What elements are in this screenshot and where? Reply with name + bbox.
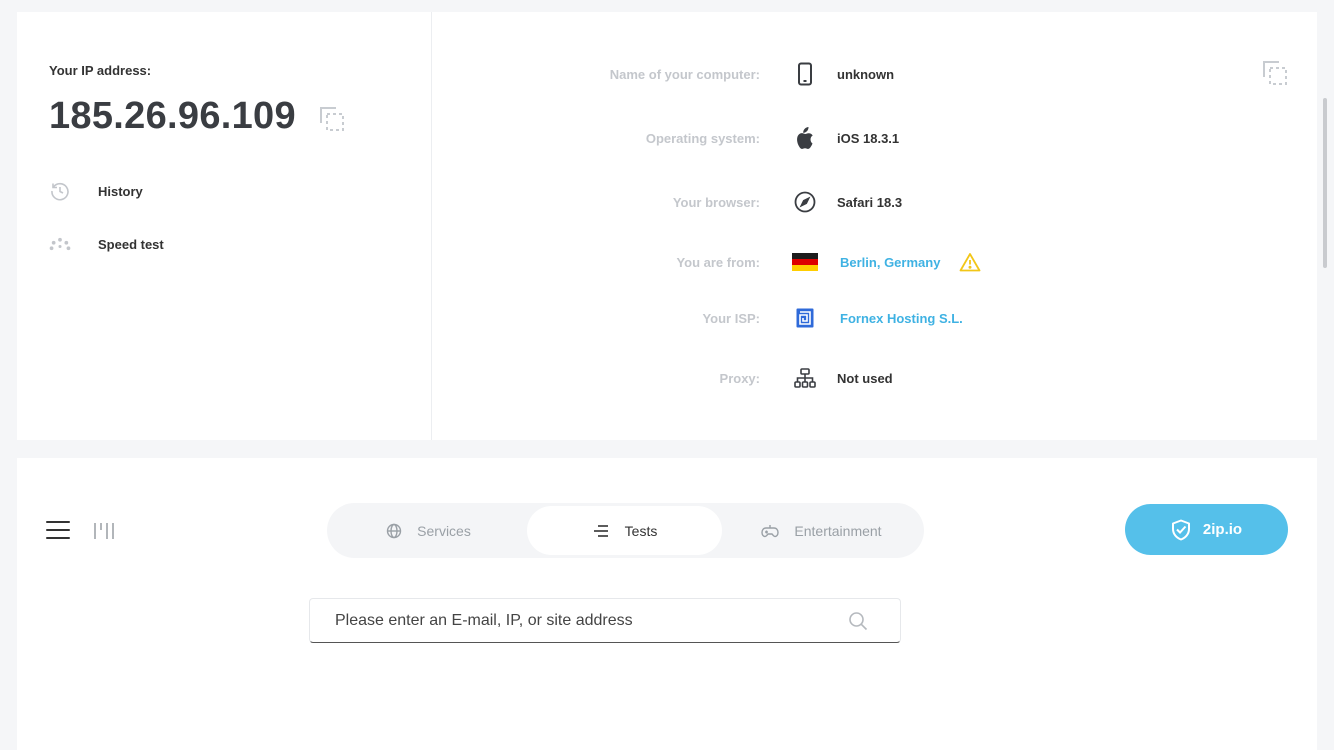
phone-icon (790, 62, 820, 86)
isp-link[interactable]: Fornex Hosting S.L. (840, 311, 963, 326)
2ip-button-label: 2ip.io (1202, 521, 1243, 538)
tab-entertainment-label: Entertainment (794, 522, 882, 539)
location-link[interactable]: Berlin, Germany (840, 255, 940, 270)
browser-value: Safari 18.3 (837, 194, 903, 210)
speed-test-link[interactable]: Speed test (49, 233, 164, 255)
history-icon (49, 180, 71, 202)
info-row-location: You are from: Berlin, Germany (432, 248, 1232, 276)
tab-tests[interactable]: Tests (527, 506, 722, 555)
isp-logo-icon (790, 308, 820, 328)
nav-tabs: Services Tests Entertainment (327, 503, 924, 558)
computer-name-value: unknown (837, 66, 895, 82)
info-row-computer: Name of your computer: unknown (432, 60, 1232, 88)
search-input[interactable] (333, 610, 853, 631)
device-info-panel: Name of your computer: unknown Operating… (432, 12, 1317, 440)
ip-panel: Your IP address: 185.26.96.109 History S… (17, 12, 432, 440)
tools-card: Services Tests Entertainment 2ip.io Plea… (17, 458, 1317, 750)
tab-tests-label: Tests (624, 522, 658, 539)
ip-label: Your IP address: (49, 63, 152, 78)
tab-entertainment[interactable]: Entertainment (722, 506, 921, 555)
copy-ip-icon[interactable] (318, 105, 346, 133)
isp-label: Your ISP: (702, 310, 760, 326)
copy-info-icon[interactable] (1261, 59, 1289, 87)
location-label: You are from: (676, 254, 760, 270)
info-row-proxy: Proxy: Not used (432, 364, 1232, 392)
germany-flag-icon (790, 253, 820, 271)
tab-services[interactable]: Services (330, 506, 527, 555)
columns-icon[interactable] (93, 520, 115, 542)
ip-info-card: Your IP address: 185.26.96.109 History S… (17, 12, 1317, 440)
history-label: History (98, 183, 143, 199)
lines-icon (592, 524, 610, 538)
search-box (309, 598, 901, 643)
2ip-button[interactable]: 2ip.io (1125, 504, 1288, 555)
computer-name-label: Name of your computer: (609, 66, 760, 82)
tab-services-label: Services (417, 522, 471, 539)
compass-icon (790, 191, 820, 213)
warning-icon[interactable] (959, 252, 981, 272)
info-row-os: Operating system: iOS 18.3.1 (432, 124, 1232, 152)
page-scrollbar[interactable] (1323, 98, 1327, 268)
history-link[interactable]: History (49, 180, 143, 202)
proxy-value: Not used (837, 370, 893, 386)
proxy-label: Proxy: (719, 370, 760, 386)
network-icon (790, 368, 820, 388)
search-icon[interactable] (848, 611, 868, 636)
browser-label: Your browser: (672, 194, 760, 210)
speedometer-icon (49, 233, 71, 255)
menu-icon[interactable] (46, 521, 70, 539)
info-row-isp: Your ISP: Fornex Hosting S.L. (432, 304, 1232, 332)
shield-check-icon (1171, 519, 1191, 541)
ip-address[interactable]: 185.26.96.109 (49, 95, 296, 138)
gamepad-icon (761, 524, 780, 538)
apple-icon (790, 126, 820, 150)
speed-test-label: Speed test (98, 236, 164, 252)
os-label: Operating system: (645, 130, 760, 146)
info-row-browser: Your browser: Safari 18.3 (432, 188, 1232, 216)
globe-icon (386, 523, 402, 539)
os-value: iOS 18.3.1 (837, 130, 900, 146)
